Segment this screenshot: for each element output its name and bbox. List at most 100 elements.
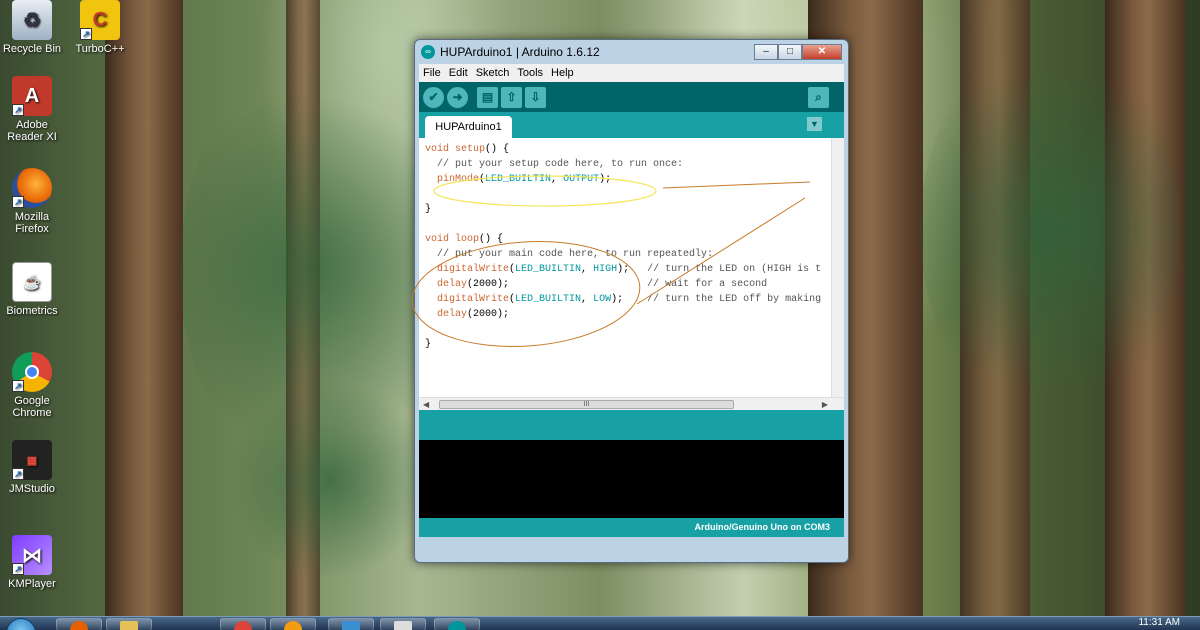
arrow-right-icon: ➜ — [452, 90, 463, 104]
code-constant: OUTPUT — [563, 174, 600, 185]
menu-tools[interactable]: Tools — [517, 67, 543, 79]
media-icon — [284, 621, 302, 630]
tab-huparduino1[interactable]: HUPArduino1 — [425, 116, 512, 138]
code-text[interactable]: void setup() { // put your setup code he… — [425, 142, 821, 352]
code-comment: // put your main code here, to run repea… — [425, 249, 714, 260]
firefox-icon — [70, 621, 88, 630]
desktop-icon-recycle-bin[interactable]: ♻ Recycle Bin — [0, 0, 64, 55]
desktop-icon-label: KMPlayer — [8, 578, 56, 590]
scroll-thumb[interactable]: III — [439, 400, 734, 409]
window-titlebar[interactable]: ∞ HUPArduino1 | Arduino 1.6.12 – □ ✕ — [419, 40, 844, 64]
desktop-icon-jmstudio[interactable]: ▦ ↗ JMStudio — [0, 440, 64, 495]
foliage — [920, 40, 1180, 420]
checkmark-icon: ✔ — [428, 90, 439, 104]
start-button[interactable] — [6, 618, 36, 630]
chrome-icon: ↗ — [12, 352, 52, 392]
code-text-part: ); — [611, 294, 648, 305]
code-comment: // wait for a second — [647, 279, 768, 290]
desktop-icon-chrome[interactable]: ↗ Google Chrome — [0, 352, 64, 419]
code-function: loop — [449, 234, 480, 245]
code-text-part: } — [425, 204, 432, 215]
scroll-right-icon[interactable]: ▶ — [822, 398, 828, 410]
code-text-part: , — [581, 264, 594, 275]
desktop-icon-biometrics[interactable]: ☕ Biometrics — [0, 262, 64, 317]
new-file-icon: ▤ — [481, 90, 494, 104]
taskbar-item-display[interactable] — [328, 618, 374, 630]
code-text-part: , — [551, 174, 564, 185]
monitor-icon — [342, 621, 360, 630]
code-text-part: (2000); — [467, 279, 510, 290]
folder-icon — [120, 621, 138, 630]
arduino-window[interactable]: ∞ HUPArduino1 | Arduino 1.6.12 – □ ✕ Fil… — [414, 39, 849, 563]
window-icon — [394, 621, 412, 630]
vertical-scrollbar[interactable] — [831, 138, 844, 397]
code-text-part: () { — [485, 144, 510, 155]
magnifier-icon: ⌕ — [815, 89, 822, 104]
jmstudio-icon: ▦ ↗ — [12, 440, 52, 480]
desktop-icon-kmplayer[interactable]: ⋈ ↗ KMPlayer — [0, 535, 64, 590]
save-button[interactable]: ⇩ — [525, 86, 546, 108]
console-header — [419, 410, 844, 440]
code-constant: LOW — [593, 294, 612, 305]
verify-button[interactable]: ✔ — [423, 86, 444, 108]
taskbar-item-arduino[interactable] — [434, 618, 480, 630]
open-button[interactable]: ⇧ — [501, 86, 522, 108]
maximize-button[interactable]: □ — [778, 44, 802, 60]
desktop-icon-label: Google Chrome — [12, 395, 52, 419]
taskbar-item-explorer[interactable] — [106, 618, 152, 630]
arduino-logo-icon: ∞ — [421, 45, 435, 59]
scroll-left-icon[interactable]: ◀ — [423, 398, 429, 410]
toolbar: ✔ ➜ ▤ ⇧ ⇩ ⌕ — [419, 82, 844, 112]
java-file-icon: ☕ — [12, 262, 52, 302]
desktop-icon-label: TurboC++ — [75, 43, 125, 55]
desktop-icon-turbocpp[interactable]: C ↗ TurboC++ — [68, 0, 132, 55]
code-text-part: , — [581, 294, 594, 305]
code-constant: HIGH — [593, 264, 618, 275]
new-sketch-button[interactable]: ▤ — [477, 86, 498, 108]
window-title: HUPArduino1 | Arduino 1.6.12 — [440, 45, 600, 59]
code-keyword: void — [425, 144, 450, 155]
code-constant: LED_BUILTIN — [485, 174, 552, 185]
menu-bar: File Edit Sketch Tools Help — [419, 64, 844, 82]
taskbar-clock[interactable]: 11:31 AM — [1138, 617, 1180, 628]
tree-trunk — [105, 0, 183, 630]
code-comment: // turn the LED off by making — [647, 294, 822, 305]
desktop-icon-label: Adobe Reader XI — [7, 119, 57, 143]
tab-menu-button[interactable]: ▼ — [807, 117, 822, 131]
code-constant: LED_BUILTIN — [515, 264, 582, 275]
code-function: pinMode — [425, 174, 480, 185]
code-editor[interactable]: void setup() { // put your setup code he… — [419, 138, 844, 410]
console-output[interactable] — [419, 440, 844, 518]
arrow-down-icon: ⇩ — [530, 90, 541, 104]
chrome-icon — [234, 621, 252, 630]
horizontal-scrollbar[interactable]: ◀ III ▶ — [419, 397, 844, 410]
firefox-icon: ↗ — [12, 168, 52, 208]
code-text-part: () { — [479, 234, 504, 245]
minimize-button[interactable]: – — [754, 44, 778, 60]
taskbar-item-media[interactable] — [270, 618, 316, 630]
serial-monitor-button[interactable]: ⌕ — [808, 86, 829, 108]
arduino-logo-icon — [448, 621, 466, 630]
menu-help[interactable]: Help — [551, 67, 574, 79]
desktop-icon-label: JMStudio — [9, 483, 55, 495]
menu-sketch[interactable]: Sketch — [476, 67, 510, 79]
chevron-down-icon: ▼ — [810, 119, 819, 129]
recycle-bin-icon: ♻ — [12, 0, 52, 40]
code-comment: // put your setup code here, to run once… — [425, 159, 684, 170]
code-keyword: void — [425, 234, 450, 245]
desktop-icon-label: Mozilla Firefox — [14, 211, 50, 235]
adobe-reader-icon: A ↗ — [12, 76, 52, 116]
taskbar-item-firefox[interactable] — [56, 618, 102, 630]
code-function: setup — [449, 144, 486, 155]
upload-button[interactable]: ➜ — [447, 86, 468, 108]
code-function: digitalWrite — [425, 264, 510, 275]
arrow-up-icon: ⇧ — [506, 90, 517, 104]
desktop-icon-adobe-reader[interactable]: A ↗ Adobe Reader XI — [0, 76, 64, 143]
desktop-icon-firefox[interactable]: ↗ Mozilla Firefox — [0, 168, 64, 235]
taskbar-item-window[interactable] — [380, 618, 426, 630]
menu-file[interactable]: File — [423, 67, 441, 79]
close-button[interactable]: ✕ — [802, 44, 842, 60]
taskbar-item-chrome[interactable] — [220, 618, 266, 630]
tab-row: HUPArduino1 ▼ — [419, 112, 844, 138]
menu-edit[interactable]: Edit — [449, 67, 468, 79]
